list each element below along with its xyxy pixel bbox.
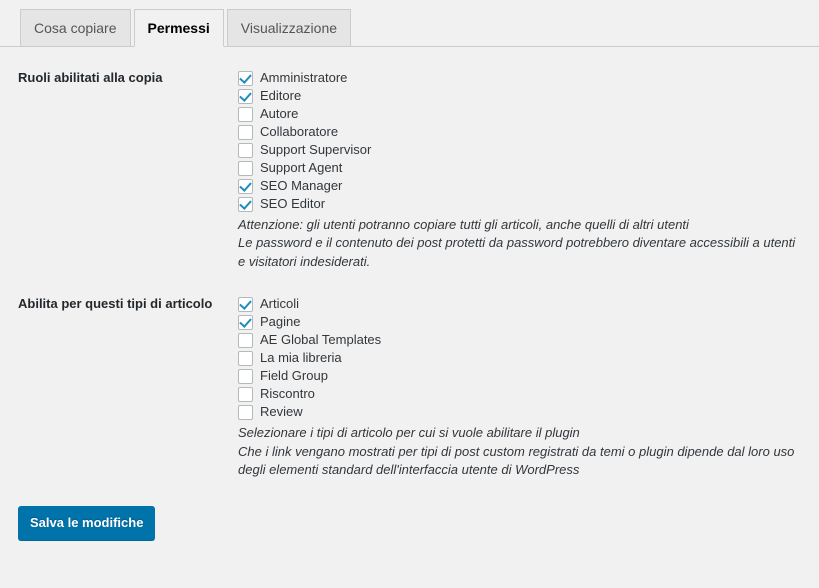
settings-row-field: Articoli Pagine AE Global Templates La mia … xyxy=(238,283,819,491)
checkbox-unchecked-icon[interactable] xyxy=(238,332,253,348)
checkbox-unchecked-icon[interactable] xyxy=(238,368,253,384)
checkbox-label[interactable]: Editore xyxy=(260,87,301,105)
tab-visualizzazione[interactable]: Visualizzazione xyxy=(226,9,352,47)
settings-tab-bar: Cosa copiare Permessi Visualizzazione xyxy=(0,0,819,47)
settings-row: Abilita per questi tipi di articolo Artic… xyxy=(0,283,819,491)
checkbox-group: Articoli Pagine AE Global Templates La mia … xyxy=(238,295,809,421)
checkbox-checked-icon[interactable] xyxy=(238,178,253,194)
checkbox-label[interactable]: Collaboratore xyxy=(260,123,338,141)
settings-form-table: Ruoli abilitati alla copia Amministratore… xyxy=(0,57,819,492)
checkbox-label[interactable]: SEO Editor xyxy=(260,195,325,213)
checkbox-unchecked-icon[interactable] xyxy=(238,124,253,140)
checkbox-item[interactable]: Collaboratore xyxy=(238,123,809,141)
checkbox-item[interactable]: Autore xyxy=(238,105,809,123)
checkbox-item[interactable]: SEO Editor xyxy=(238,195,809,213)
checkbox-unchecked-icon[interactable] xyxy=(238,404,253,420)
checkbox-item[interactable]: Review xyxy=(238,403,809,421)
settings-row-label: Ruoli abilitati alla copia xyxy=(18,70,163,85)
checkbox-group: Amministratore Editore Autore Collaboratore… xyxy=(238,69,809,213)
checkbox-label[interactable]: Articoli xyxy=(260,295,299,313)
checkbox-label[interactable]: Review xyxy=(260,403,303,421)
checkbox-item[interactable]: Amministratore xyxy=(238,69,809,87)
checkbox-item[interactable]: Support Supervisor xyxy=(238,141,809,159)
checkbox-checked-icon[interactable] xyxy=(238,296,253,312)
description-line: Attenzione: gli utenti potranno copiare … xyxy=(238,217,689,232)
checkbox-item[interactable]: AE Global Templates xyxy=(238,331,809,349)
checkbox-checked-icon[interactable] xyxy=(238,196,253,212)
checkbox-item[interactable]: Pagine xyxy=(238,313,809,331)
checkbox-item[interactable]: Riscontro xyxy=(238,385,809,403)
description-line: Selezionare i tipi di articolo per cui s… xyxy=(238,425,580,441)
checkbox-checked-icon[interactable] xyxy=(238,70,253,86)
checkbox-item[interactable]: Editore xyxy=(238,87,809,105)
checkbox-unchecked-icon[interactable] xyxy=(238,106,253,122)
description-line: Che i link vengano mostrati per tipi di … xyxy=(238,443,795,478)
checkbox-label[interactable]: Riscontro xyxy=(260,385,315,403)
checkbox-checked-icon[interactable] xyxy=(238,314,253,330)
save-changes-button[interactable]: Salva le modifiche xyxy=(18,505,156,540)
description-line: Le password e il contenuto dei post prot… xyxy=(238,235,796,269)
checkbox-item[interactable]: Field Group xyxy=(238,367,809,385)
settings-row: Ruoli abilitati alla copia Amministratore… xyxy=(0,57,819,283)
checkbox-label[interactable]: Autore xyxy=(260,105,298,123)
checkbox-label[interactable]: Support Supervisor xyxy=(260,141,371,159)
checkbox-label[interactable]: Amministratore xyxy=(260,69,347,87)
field-description: Selezionare i tipi di articolo per cui s… xyxy=(238,424,798,479)
checkbox-unchecked-icon[interactable] xyxy=(238,142,253,158)
checkbox-checked-icon[interactable] xyxy=(238,88,253,104)
checkbox-label[interactable]: Pagine xyxy=(260,313,300,331)
checkbox-unchecked-icon[interactable] xyxy=(238,386,253,402)
checkbox-item[interactable]: Articoli xyxy=(238,295,809,313)
checkbox-item[interactable]: SEO Manager xyxy=(238,177,809,195)
checkbox-label[interactable]: AE Global Templates xyxy=(260,331,381,349)
submit-row: Salva le modifiche xyxy=(0,492,819,540)
tab-cosa-copiare[interactable]: Cosa copiare xyxy=(20,9,131,47)
checkbox-item[interactable]: Support Agent xyxy=(238,159,809,177)
checkbox-label[interactable]: La mia libreria xyxy=(260,349,342,367)
settings-row-field: Amministratore Editore Autore Collaboratore… xyxy=(238,57,819,283)
checkbox-item[interactable]: La mia libreria xyxy=(238,349,809,367)
checkbox-unchecked-icon[interactable] xyxy=(238,350,253,366)
settings-row-label: Abilita per questi tipi di articolo xyxy=(18,296,213,312)
tab-permessi[interactable]: Permessi xyxy=(133,9,224,47)
checkbox-label[interactable]: Field Group xyxy=(260,367,328,385)
checkbox-label[interactable]: SEO Manager xyxy=(260,177,342,195)
field-description: Attenzione: gli utenti potranno copiare … xyxy=(238,216,798,271)
checkbox-label[interactable]: Support Agent xyxy=(260,159,342,177)
checkbox-unchecked-icon[interactable] xyxy=(238,160,253,176)
